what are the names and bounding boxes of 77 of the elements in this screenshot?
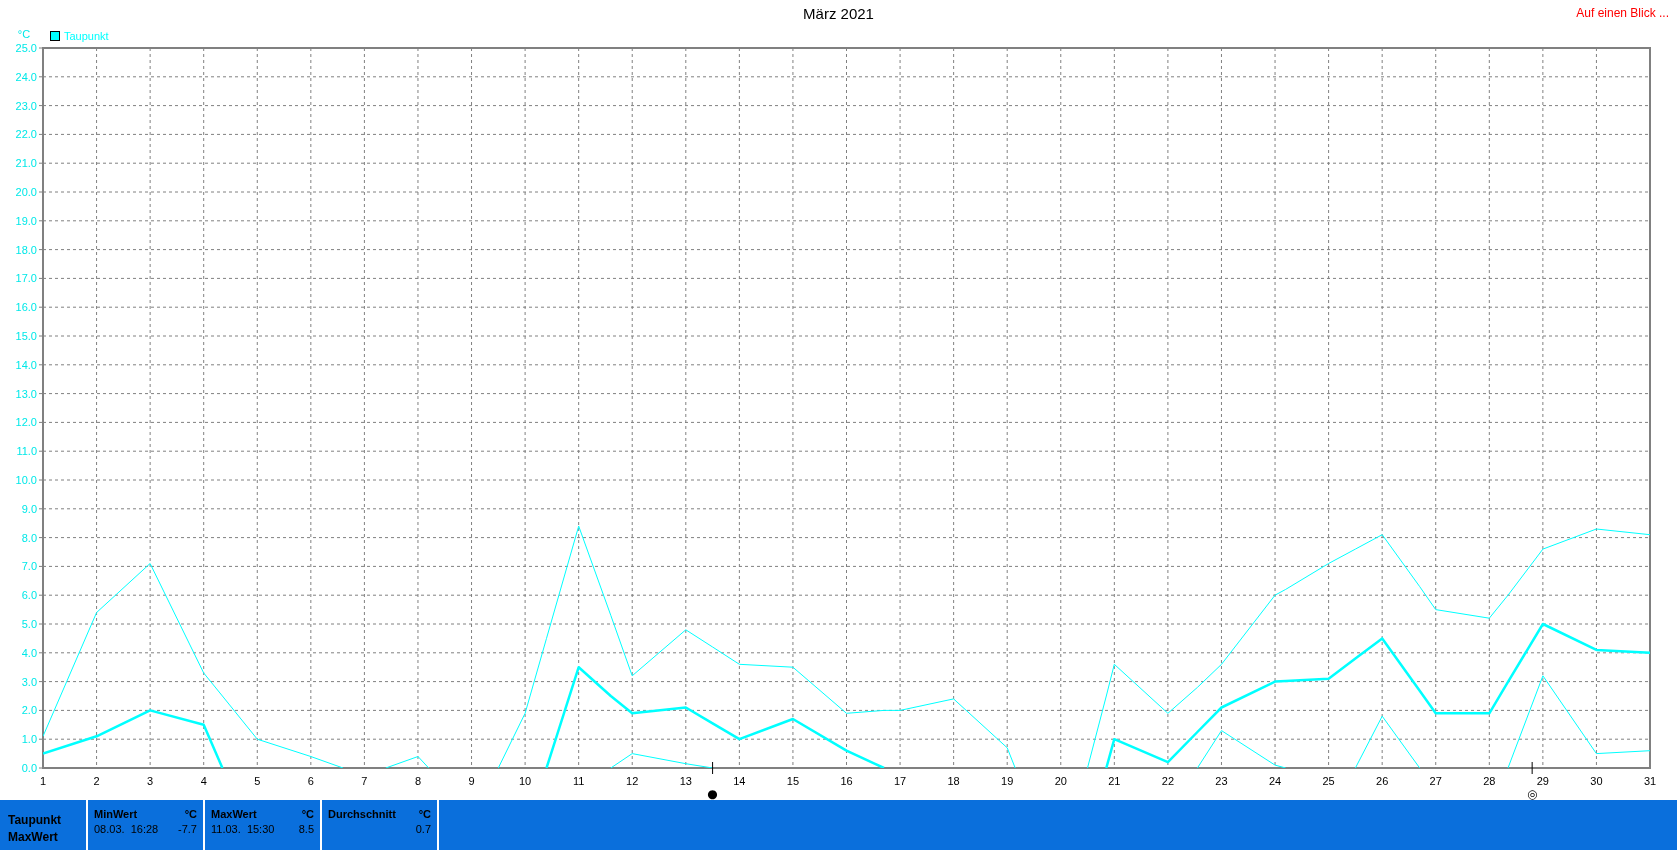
y-axis-label: 25.0 — [15, 42, 37, 54]
x-axis-label: 9 — [468, 775, 475, 787]
x-axis-label: 1 — [39, 775, 47, 787]
timestamp: 08.03. 16:28 — [94, 822, 160, 837]
x-axis-label: 24 — [1268, 775, 1282, 787]
y-axis-label: 4.0 — [21, 646, 37, 659]
x-axis-label: 27 — [1429, 775, 1442, 787]
y-axis-label: 22.0 — [15, 128, 37, 141]
x-axis-label: 25 — [1322, 775, 1335, 787]
y-axis-label: 20.0 — [15, 186, 37, 198]
stat-value: -7.7 — [178, 822, 197, 837]
y-axis-label: 24.0 — [15, 70, 37, 83]
stat-value: 0.7 — [415, 822, 431, 837]
x-axis-label: 26 — [1376, 775, 1389, 787]
y-axis-label: 13.0 — [15, 387, 37, 400]
unit-label: °C — [417, 807, 431, 822]
x-axis-label: 5 — [254, 775, 261, 787]
y-axis-label: 12.0 — [15, 416, 37, 429]
unit-label: °C — [183, 807, 197, 822]
timestamp: 11.03. 15:30 — [211, 822, 276, 837]
column-title: MaxWert — [211, 807, 258, 822]
y-axis-label: 8.0 — [21, 531, 37, 544]
y-axis-label: 7.0 — [21, 560, 37, 573]
x-axis-label: 21 — [1108, 775, 1121, 787]
x-axis-label: 23 — [1215, 775, 1228, 787]
y-axis-label: 19.0 — [15, 214, 37, 227]
x-axis-label: 11 — [572, 775, 585, 787]
row-label: MaxWert — [8, 829, 59, 846]
column-title: MinWert — [94, 807, 139, 822]
x-axis-label: 6 — [307, 775, 314, 787]
y-axis-label: 5.0 — [21, 618, 37, 630]
y-axis-label: 6.0 — [21, 589, 37, 602]
y-axis-label: 1.0 — [21, 733, 37, 746]
x-axis-label: 2 — [93, 775, 100, 787]
x-axis-label: 30 — [1590, 775, 1603, 787]
legend-swatch — [50, 31, 60, 41]
x-axis-label: 3 — [147, 775, 154, 787]
y-axis-label: 2.0 — [21, 704, 37, 717]
y-axis-label: 15.0 — [15, 330, 37, 342]
y-axis-label: 21.0 — [15, 157, 37, 170]
x-axis-label: 20 — [1054, 775, 1067, 787]
moon-phase-icon: ● — [707, 787, 718, 800]
y-axis-unit: °C — [17, 28, 31, 40]
x-axis-label: 13 — [679, 775, 692, 787]
legend-label: Taupunkt — [64, 30, 109, 42]
x-axis-label: 12 — [626, 775, 639, 787]
x-axis-label: 7 — [361, 775, 368, 787]
y-axis-label: 3.0 — [21, 675, 37, 688]
column-title: Durchschnitt — [328, 807, 397, 822]
stat-value: 8.5 — [298, 822, 314, 837]
x-axis-label: 19 — [1001, 775, 1014, 787]
x-axis-label: 22 — [1161, 775, 1175, 787]
x-axis-label: 31 — [1643, 775, 1657, 787]
y-axis-label: 23.0 — [15, 99, 37, 112]
x-axis-label: 4 — [200, 775, 207, 787]
overview-link[interactable]: Auf einen Blick ... — [1576, 4, 1669, 22]
y-axis-label: 11.0 — [16, 445, 37, 458]
y-axis-label: 0.0 — [21, 762, 37, 774]
moon-phase-icon: ◎ — [1526, 787, 1538, 800]
x-axis-label: 15 — [786, 775, 800, 787]
x-axis-label: 18 — [947, 775, 960, 787]
unit-label: °C — [300, 807, 314, 822]
x-axis-label: 29 — [1536, 775, 1549, 787]
x-axis-label: 8 — [414, 775, 422, 787]
y-axis-label: 14.0 — [15, 358, 37, 371]
y-axis-label: 18.0 — [15, 243, 37, 256]
x-axis-label: 10 — [518, 775, 532, 787]
x-axis-label: 17 — [893, 775, 907, 787]
y-axis-label: 17.0 — [15, 272, 37, 285]
x-axis-label: 16 — [840, 775, 853, 787]
x-axis-label: 14 — [733, 775, 746, 787]
x-axis-label: 28 — [1483, 775, 1496, 787]
row-label: Taupunkt — [8, 812, 63, 829]
chart-title: März 2021 — [803, 3, 874, 24]
y-axis-label: 16.0 — [15, 301, 37, 314]
y-axis-label: 10.0 — [15, 474, 37, 486]
y-axis-label: 9.0 — [21, 502, 37, 515]
